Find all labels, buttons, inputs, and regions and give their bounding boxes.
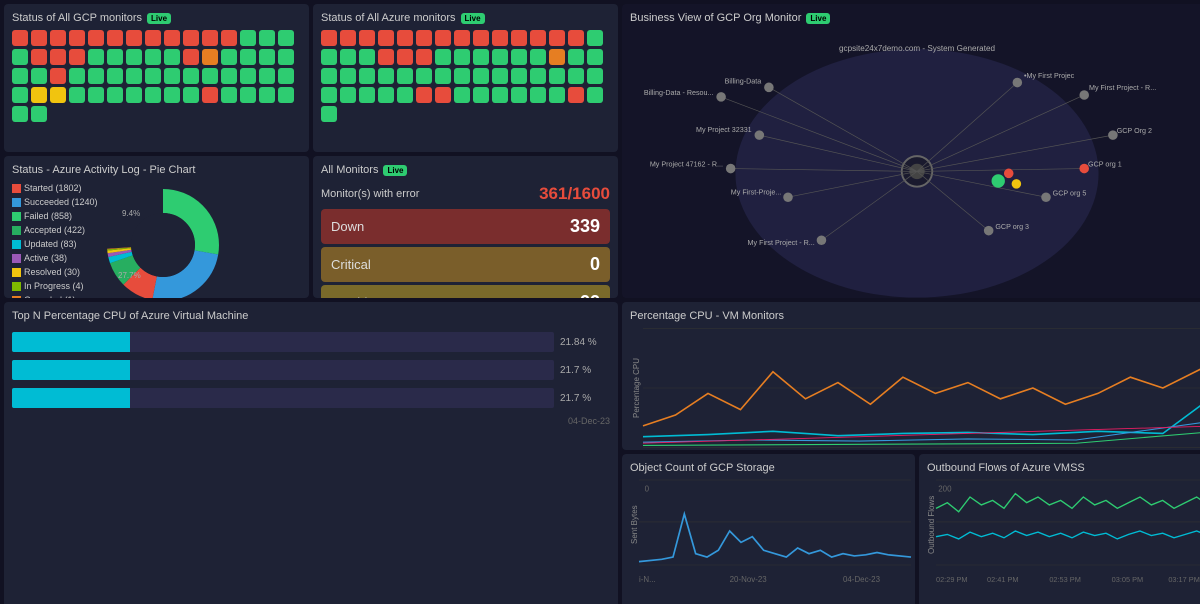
azure-dot-grid bbox=[321, 30, 610, 122]
azure-title: Status of All Azure monitors bbox=[321, 12, 456, 24]
svg-text:0: 0 bbox=[645, 484, 650, 493]
cpu-chart-container: Percentage CPU 16-No... 13-Nov-23 bbox=[630, 328, 1200, 448]
bar-x-label: 04-Dec-23 bbox=[12, 416, 610, 426]
cpu-chart-panel: Percentage CPU - VM Monitors Percentage … bbox=[622, 302, 1200, 450]
biz-view-panel2: Business View of GCP Org Monitor Live gc… bbox=[622, 4, 1200, 298]
cpu-title: Percentage CPU - VM Monitors bbox=[630, 310, 784, 322]
legend-canceled: Canceled (1) bbox=[12, 294, 98, 299]
svg-text:03:17 PM: 03:17 PM bbox=[1168, 575, 1200, 584]
bar-track-3 bbox=[12, 388, 554, 408]
stat-critical: Critical 0 bbox=[321, 247, 610, 282]
gcp-monitors-panel2: Status of All GCP monitors Live bbox=[4, 4, 309, 152]
biz-title: Business View of GCP Org Monitor bbox=[630, 12, 801, 24]
pie-content: Started (1802) Succeeded (1240) Failed (… bbox=[12, 182, 301, 298]
stat-down: Down 339 bbox=[321, 209, 610, 244]
storage-y-label: Sent Bytes bbox=[630, 480, 639, 570]
svg-text:03:05 PM: 03:05 PM bbox=[1112, 575, 1144, 584]
outbound-chart: Outbound Flows 200 02:29 PM 02:41 PM 02:… bbox=[927, 480, 1200, 570]
svg-text:02:53 PM: 02:53 PM bbox=[1049, 575, 1081, 584]
svg-text:Billing-Data: Billing-Data bbox=[725, 78, 762, 86]
svg-text:gcpsite24x7demo.com - System G: gcpsite24x7demo.com - System Generated bbox=[839, 44, 995, 53]
legend-succeeded: Succeeded (1240) bbox=[12, 196, 98, 210]
down-label: Down bbox=[331, 219, 364, 234]
all-monitors-panel2: All Monitors Live Monitor(s) with error … bbox=[313, 156, 618, 298]
gcp-dot-grid bbox=[12, 30, 301, 122]
gcp-title: Status of All GCP monitors bbox=[12, 12, 142, 24]
svg-text:27.7%: 27.7% bbox=[118, 271, 141, 280]
critical-value: 0 bbox=[590, 254, 600, 275]
azure-monitors-panel2: Status of All Azure monitors Live bbox=[313, 4, 618, 152]
outbound-title: Outbound Flows of Azure VMSS bbox=[927, 462, 1085, 474]
pie-legend2: Started (1802) Succeeded (1240) Failed (… bbox=[12, 182, 98, 298]
bar-pct-3: 21.7 % bbox=[560, 393, 610, 404]
legend-resolved: Resolved (30) bbox=[12, 266, 98, 280]
biz-view-svg2: gcpsite24x7demo.com - System Generated bbox=[630, 30, 1200, 288]
legend-updated: Updated (83) bbox=[12, 238, 98, 252]
svg-text:My First Project - R...: My First Project - R... bbox=[748, 239, 815, 247]
svg-text:GCP org 3: GCP org 3 bbox=[995, 223, 1029, 231]
svg-text:20-Nov-23: 20-Nov-23 bbox=[730, 575, 768, 584]
svg-text:My First-Proje...: My First-Proje... bbox=[731, 188, 782, 196]
legend-active: Active (38) bbox=[12, 252, 98, 266]
outbound-flows-sub: Outbound Flows of Azure VMSS Outbound Fl… bbox=[919, 454, 1200, 604]
storage-svg: 0 i-N... 20-Nov-23 04-Dec-23 bbox=[639, 480, 911, 565]
legend-failed: Failed (858) bbox=[12, 210, 98, 224]
trouble-value: 22 bbox=[580, 292, 600, 298]
biz-svg-container: gcpsite24x7demo.com - System Generated bbox=[630, 30, 1200, 288]
legend-started: Started (1802) bbox=[12, 182, 98, 196]
cpu-chart-svg: 16-No... 13-Nov-23 20-Nov-23 27-Nov-23 0… bbox=[643, 328, 1200, 448]
error-label2: Monitor(s) with error bbox=[321, 188, 419, 200]
bar-track-1 bbox=[12, 332, 554, 352]
critical-label: Critical bbox=[331, 257, 371, 272]
azure-pie-panel2: Status - Azure Activity Log - Pie Chart … bbox=[4, 156, 309, 298]
svg-text:My First Project - R...: My First Project - R... bbox=[1089, 84, 1156, 92]
outbound-svg: 200 02:29 PM 02:41 PM 02:53 PM 03:05 PM … bbox=[936, 480, 1200, 565]
svg-text:GCP org 1: GCP org 1 bbox=[1088, 161, 1122, 169]
svg-text:02:41 PM: 02:41 PM bbox=[987, 575, 1019, 584]
svg-text:My Project 32331: My Project 32331 bbox=[696, 126, 752, 134]
error-row: Monitor(s) with error 361/1600 bbox=[321, 182, 610, 209]
all-mon-live: Live bbox=[383, 165, 407, 176]
stat-trouble: Trouble 22 bbox=[321, 285, 610, 298]
bar-row-3: 21.7 % bbox=[12, 388, 610, 408]
top-n-panel2: Top N Percentage CPU of Azure Virtual Ma… bbox=[4, 302, 618, 604]
svg-text:02:29 PM: 02:29 PM bbox=[936, 575, 968, 584]
bar-row-2: 21.7 % bbox=[12, 360, 610, 380]
gcp-storage-sub: Object Count of GCP Storage Sent Bytes 0… bbox=[622, 454, 915, 604]
bars: 21.84 % 21.7 % 21.7 % bbox=[12, 332, 610, 408]
bar-fill-2 bbox=[12, 360, 130, 380]
pie-title: Status - Azure Activity Log - Pie Chart bbox=[12, 164, 195, 176]
bar-track-2 bbox=[12, 360, 554, 380]
cpu-y-label: Percentage CPU bbox=[630, 328, 643, 448]
pie-donut-svg: 9.4% 27.7% bbox=[104, 186, 222, 298]
svg-text:GCP Org 2: GCP Org 2 bbox=[1117, 127, 1152, 135]
storage-chart: Sent Bytes 0 i-N... 20-Nov-23 04-Dec-23 bbox=[630, 480, 907, 570]
error-value2: 361/1600 bbox=[539, 184, 610, 204]
storage-title: Object Count of GCP Storage bbox=[630, 462, 775, 474]
biz-live: Live bbox=[806, 13, 830, 24]
bar-fill-3 bbox=[12, 388, 130, 408]
bar-pct-1: 21.84 % bbox=[560, 337, 610, 348]
bar-fill-1 bbox=[12, 332, 130, 352]
outbound-y-label: Outbound Flows bbox=[927, 480, 936, 570]
gcp-storage-panel: Object Count of GCP Storage Sent Bytes 0… bbox=[622, 454, 1200, 604]
legend-accepted: Accepted (422) bbox=[12, 224, 98, 238]
down-value: 339 bbox=[570, 216, 600, 237]
azure-live: Live bbox=[461, 13, 485, 24]
gcp-live: Live bbox=[147, 13, 171, 24]
svg-text:04-Dec-23: 04-Dec-23 bbox=[843, 575, 881, 584]
all-mon-title: All Monitors bbox=[321, 164, 378, 176]
svg-text:My Project 47162 - R...: My Project 47162 - R... bbox=[650, 161, 723, 169]
svg-text:•My First Projec: •My First Projec bbox=[1024, 72, 1075, 80]
svg-text:200: 200 bbox=[938, 484, 952, 493]
svg-text:GCP org 5: GCP org 5 bbox=[1053, 189, 1087, 197]
bar-pct-2: 21.7 % bbox=[560, 365, 610, 376]
bar-row-1: 21.84 % bbox=[12, 332, 610, 352]
svg-text:9.4%: 9.4% bbox=[122, 209, 140, 218]
trouble-label: Trouble bbox=[331, 295, 375, 298]
svg-text:Billing-Data - Resou...: Billing-Data - Resou... bbox=[644, 89, 714, 97]
svg-text:i-N...: i-N... bbox=[639, 575, 656, 584]
top-n-title2: Top N Percentage CPU of Azure Virtual Ma… bbox=[12, 310, 248, 322]
legend-inprogress: In Progress (4) bbox=[12, 280, 98, 294]
